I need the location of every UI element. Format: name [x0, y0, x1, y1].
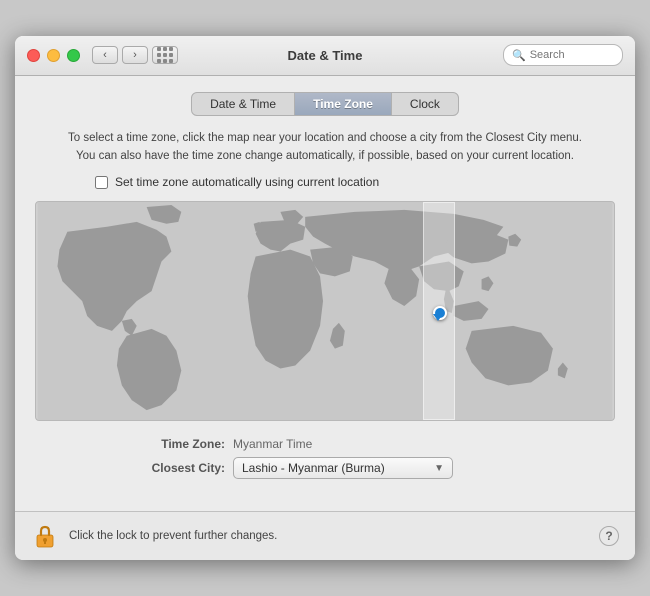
- search-input[interactable]: [530, 49, 614, 61]
- grid-button[interactable]: [152, 46, 178, 64]
- forward-button[interactable]: ›: [122, 46, 148, 64]
- closest-city-label: Closest City:: [135, 461, 225, 475]
- maximize-button[interactable]: [67, 49, 80, 62]
- bottom-bar: Click the lock to prevent further change…: [15, 511, 635, 560]
- description-line2: You can also have the time zone change a…: [76, 150, 574, 162]
- tab-date-time[interactable]: Date & Time: [192, 93, 295, 115]
- tab-time-zone[interactable]: Time Zone: [295, 93, 392, 115]
- titlebar: ‹ › Date & Time 🔍: [15, 36, 635, 76]
- nav-buttons: ‹ ›: [92, 46, 148, 64]
- timezone-label: Time Zone:: [135, 437, 225, 451]
- dropdown-arrow-icon: ▼: [434, 463, 444, 474]
- description-line1: To select a time zone, click the map nea…: [68, 132, 582, 144]
- location-marker: [432, 306, 444, 318]
- traffic-lights: [27, 49, 80, 62]
- lock-text: Click the lock to prevent further change…: [69, 530, 277, 542]
- auto-timezone-label: Set time zone automatically using curren…: [115, 175, 379, 189]
- closest-city-dropdown[interactable]: Lashio - Myanmar (Burma) ▼: [233, 457, 453, 479]
- help-button[interactable]: ?: [599, 526, 619, 546]
- auto-timezone-row: Set time zone automatically using curren…: [35, 175, 615, 189]
- search-icon: 🔍: [512, 49, 526, 62]
- fields-section: Time Zone: Myanmar Time Closest City: La…: [35, 437, 615, 479]
- timezone-value: Myanmar Time: [233, 437, 312, 451]
- back-button[interactable]: ‹: [92, 46, 118, 64]
- closest-city-dropdown-value: Lashio - Myanmar (Burma): [242, 461, 385, 475]
- description: To select a time zone, click the map nea…: [35, 130, 615, 166]
- timezone-row: Time Zone: Myanmar Time: [135, 437, 615, 451]
- content-area: Date & Time Time Zone Clock To select a …: [15, 76, 635, 512]
- world-map[interactable]: [35, 201, 615, 421]
- auto-timezone-checkbox[interactable]: [95, 176, 108, 189]
- search-box[interactable]: 🔍: [503, 44, 623, 66]
- lock-icon[interactable]: [31, 522, 59, 550]
- minimize-button[interactable]: [47, 49, 60, 62]
- main-window: ‹ › Date & Time 🔍 Date & Time Time Zone …: [15, 36, 635, 561]
- window-title: Date & Time: [288, 48, 363, 63]
- tab-bar: Date & Time Time Zone Clock: [35, 92, 615, 116]
- tab-clock[interactable]: Clock: [392, 93, 458, 115]
- closest-city-row: Closest City: Lashio - Myanmar (Burma) ▼: [135, 457, 615, 479]
- close-button[interactable]: [27, 49, 40, 62]
- tab-group: Date & Time Time Zone Clock: [191, 92, 459, 116]
